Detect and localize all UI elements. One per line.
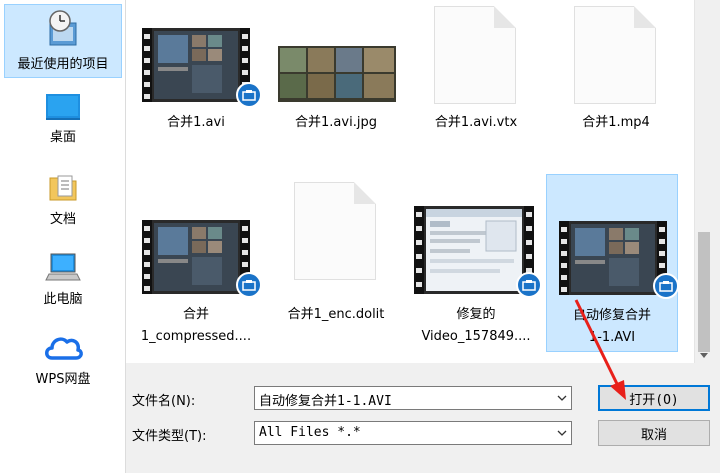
sidebar-item-wps-cloud[interactable]: WPS网盘 <box>4 332 122 394</box>
video-thumbnail <box>559 221 667 295</box>
player-app-badge-icon <box>236 82 262 108</box>
file-name-line1: 自动修复合并 <box>572 308 651 323</box>
documents-icon <box>49 175 77 201</box>
file-name-line2: Video_157849.... <box>421 329 531 344</box>
chevron-down-icon[interactable] <box>553 387 571 409</box>
filename-value: 自动修复合并1-1.AVI <box>259 394 392 409</box>
sidebar-item-desktop[interactable]: 桌面 <box>4 92 122 154</box>
filetype-label: 文件类型(T): <box>132 429 207 444</box>
video-thumbnail <box>142 28 250 102</box>
sidebar-item-this-pc[interactable]: 此电脑 <box>4 252 122 314</box>
file-tile-merge-avi[interactable]: 合并1.avi <box>130 4 262 144</box>
sidebar-item-recent[interactable]: 最近使用的项目 <box>4 4 122 78</box>
file-tile-merge-jpg[interactable]: 合并1.avi.jpg <box>270 4 402 144</box>
sidebar-item-label: 最近使用的项目 <box>17 57 109 72</box>
document-icon <box>294 182 376 280</box>
sidebar-item-label: 文档 <box>49 212 76 227</box>
file-name-line2: 1_compressed.... <box>140 329 252 344</box>
scroll-down-arrow-icon[interactable] <box>699 350 709 360</box>
document-icon <box>574 6 656 104</box>
file-name: 合并1_enc.dolit <box>287 307 385 322</box>
filename-input[interactable]: 自动修复合并1-1.AVI <box>254 386 572 410</box>
file-name: 合并1.avi.jpg <box>295 115 377 130</box>
video-thumbnail <box>142 220 250 294</box>
desktop-icon <box>46 94 80 120</box>
chevron-down-icon[interactable] <box>553 422 571 444</box>
sidebar-item-label: 桌面 <box>49 130 76 145</box>
player-app-badge-icon <box>236 272 262 298</box>
file-tile-merge-vtx[interactable]: 合并1.avi.vtx <box>410 4 542 144</box>
sidebar-item-label: 此电脑 <box>43 292 83 307</box>
filename-label: 文件名(N): <box>132 394 196 409</box>
file-name-line1: 修复的 <box>456 307 496 322</box>
open-button[interactable]: 打开(O) <box>598 385 710 411</box>
navigation-sidebar: 最近使用的项目 桌面 文档 此电脑 WPS网盘 <box>0 0 126 473</box>
cancel-button[interactable]: 取消 <box>598 420 710 446</box>
file-name: 合并1.mp4 <box>582 115 650 130</box>
file-name: 合并1.avi.vtx <box>434 115 518 130</box>
vertical-scrollbar[interactable] <box>694 0 712 363</box>
document-icon <box>434 6 516 104</box>
wps-cloud-icon <box>45 337 83 360</box>
file-tile-auto-repaired-avi[interactable]: 自动修复合并 1-1.AVI <box>546 174 679 352</box>
file-tile-merge-compressed[interactable]: 合并 1_compressed.... <box>130 174 262 352</box>
file-list-view: 合并1.avi 合并1.avi.jpg 合并1.avi.vtx 合并1.mp4 … <box>126 0 694 363</box>
player-app-badge-icon <box>516 272 542 298</box>
player-app-badge-icon <box>653 273 679 299</box>
recent-items-icon <box>49 10 77 46</box>
sidebar-item-label: WPS网盘 <box>35 372 91 387</box>
file-tile-merge-enc[interactable]: 合并1_enc.dolit <box>270 174 402 352</box>
this-pc-icon <box>45 253 81 281</box>
file-name-line1: 合并 <box>182 307 209 322</box>
file-tile-repaired-video[interactable]: 修复的 Video_157849.... <box>410 174 542 352</box>
file-name-line2: 1-1.AVI <box>588 330 636 345</box>
file-tile-merge-mp4[interactable]: 合并1.mp4 <box>550 4 682 144</box>
image-thumbnail <box>278 46 396 102</box>
filetype-select[interactable]: All Files *.* <box>254 421 572 445</box>
file-name: 合并1.avi <box>167 115 225 130</box>
sidebar-item-documents[interactable]: 文档 <box>4 172 122 234</box>
scrollbar-thumb[interactable] <box>698 232 710 352</box>
filetype-value: All Files *.* <box>259 425 361 440</box>
